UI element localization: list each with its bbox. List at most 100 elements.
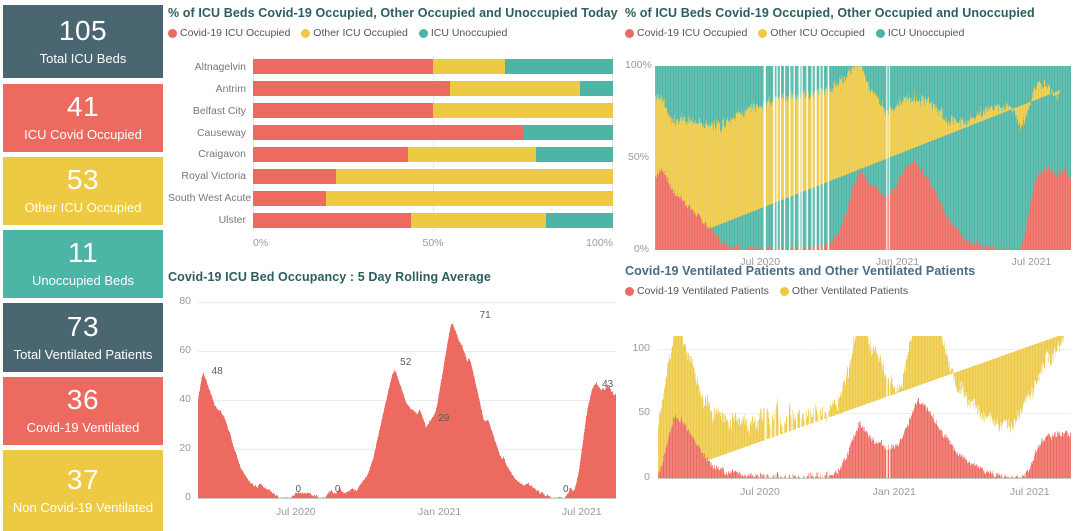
bar-separator <box>1031 66 1032 250</box>
bar-segment[interactable] <box>253 212 411 228</box>
bar-separator <box>868 336 869 478</box>
bar-separator <box>941 66 942 250</box>
bar-separator <box>937 336 938 478</box>
bar-separator <box>797 66 798 250</box>
legend-item[interactable]: Covid-19 ICU Occupied <box>625 27 747 39</box>
bar-separator <box>1015 66 1016 250</box>
bar-segment[interactable] <box>407 146 536 162</box>
missing-data-gap <box>791 336 793 478</box>
legend-item[interactable]: ICU Unoccupied <box>418 27 507 39</box>
bar-segment[interactable] <box>523 125 613 141</box>
bar-segment[interactable] <box>505 59 613 75</box>
bar-segment[interactable] <box>253 146 408 162</box>
bar-separator <box>728 66 730 250</box>
kpi-tile-non-covid-19-ventilated[interactable]: 37 Non Covid-19 Ventilated <box>3 450 163 531</box>
legend-item[interactable]: ICU Unoccupied <box>875 27 964 39</box>
bar-segment[interactable] <box>545 212 613 228</box>
bar-row[interactable]: Ulster <box>168 209 613 231</box>
bar-segment[interactable] <box>410 212 546 228</box>
bar-segment[interactable] <box>253 190 326 206</box>
bar-separator <box>687 66 688 250</box>
bar-track <box>253 59 613 75</box>
bar-separator <box>858 66 859 250</box>
bar-separator <box>895 66 896 250</box>
bar-separator <box>968 336 969 478</box>
bar-row[interactable]: Antrim <box>168 78 613 100</box>
bar-segment[interactable] <box>535 146 613 162</box>
kpi-tile-other-icu-occupied[interactable]: 53 Other ICU Occupied <box>3 157 163 225</box>
bar-separator <box>746 66 747 250</box>
bar-separator <box>727 336 728 478</box>
bar-separator <box>680 336 681 478</box>
bar-segment[interactable] <box>253 125 523 141</box>
missing-data-gap <box>818 336 820 478</box>
bar-row[interactable]: Royal Victoria <box>168 165 613 187</box>
bar-separator <box>853 66 854 250</box>
bar-separator <box>768 66 770 250</box>
bar-separator <box>659 336 660 478</box>
bar-separator <box>830 336 831 478</box>
series-covid-icu-occupancy[interactable] <box>198 323 616 498</box>
bar-segment[interactable] <box>253 103 433 119</box>
panel-occupancy-timeseries: % of ICU Beds Covid-19 Occupied, Other O… <box>625 6 1077 268</box>
bar-separator <box>881 336 882 478</box>
bar-separator <box>906 66 907 250</box>
bar-separator <box>1003 66 1005 250</box>
bar-row[interactable]: South West Acute <box>168 187 613 209</box>
legend-item[interactable]: Other ICU Occupied <box>758 27 865 39</box>
bar-separator <box>682 66 683 250</box>
bar-row[interactable]: Altnagelvin <box>168 56 613 78</box>
bar-segment[interactable] <box>449 81 580 97</box>
bar-separator <box>914 66 915 250</box>
kpi-tile-icu-covid-occupied[interactable]: 41 ICU Covid Occupied <box>3 84 163 152</box>
bar-separator <box>836 336 837 478</box>
bar-separator <box>843 66 845 250</box>
bar-separator <box>1021 336 1022 478</box>
bar-row[interactable]: Causeway <box>168 122 613 144</box>
bar-separator <box>856 66 858 250</box>
bar-separator <box>690 66 691 250</box>
bar-separator <box>1066 66 1067 250</box>
bar-separator <box>1027 336 1028 478</box>
bar-segment[interactable] <box>325 190 613 206</box>
bar-row[interactable]: Craigavon <box>168 144 613 166</box>
bar-separator <box>919 336 920 478</box>
bar-separator <box>988 336 989 478</box>
bar-segment[interactable] <box>335 168 613 184</box>
bar-separator <box>688 66 690 250</box>
bar-separator <box>995 66 997 250</box>
kpi-tile-total-icu-beds[interactable]: 105 Total ICU Beds <box>3 5 163 78</box>
kpi-tile-total-ventilated-patients[interactable]: 73 Total Ventilated Patients <box>3 303 163 372</box>
legend-item[interactable]: Covid-19 ICU Occupied <box>168 27 290 39</box>
legend-item[interactable]: Other Ventilated Patients <box>779 285 908 297</box>
kpi-tile-covid-19-ventilated[interactable]: 36 Covid-19 Ventilated <box>3 377 163 445</box>
bar-separator <box>971 336 972 478</box>
bar-track <box>253 212 613 228</box>
bar-separator <box>908 336 909 478</box>
bar-separator <box>683 336 684 478</box>
bar-separator <box>783 66 784 250</box>
bar-segment[interactable] <box>253 168 336 184</box>
legend-item[interactable]: Other ICU Occupied <box>301 27 408 39</box>
bar-separator <box>803 66 805 250</box>
legend-label: Covid-19 ICU Occupied <box>180 27 291 39</box>
bar-segment[interactable] <box>433 103 613 119</box>
bar-separator <box>1067 66 1069 250</box>
kpi-label: Covid-19 Ventilated <box>26 420 140 436</box>
bar-segment[interactable] <box>253 59 433 75</box>
bar-segment[interactable] <box>579 81 613 97</box>
bar-separator <box>911 66 912 250</box>
bar-separator <box>703 336 704 478</box>
bar-segment[interactable] <box>253 81 450 97</box>
kpi-label: Total ICU Beds <box>39 50 127 66</box>
bar-separator <box>1035 66 1037 250</box>
bar-row[interactable]: Belfast City <box>168 100 613 122</box>
kpi-tile-unoccupied-beds[interactable]: 11 Unoccupied Beds <box>3 230 163 298</box>
bar-separator <box>984 66 986 250</box>
legend-item[interactable]: Covid-19 Ventilated Patients <box>625 285 769 297</box>
kpi-label: ICU Covid Occupied <box>24 127 142 143</box>
missing-data-gap <box>809 336 811 478</box>
bar-separator <box>746 336 747 478</box>
bar-segment[interactable] <box>433 59 505 75</box>
bar-separator <box>712 66 714 250</box>
